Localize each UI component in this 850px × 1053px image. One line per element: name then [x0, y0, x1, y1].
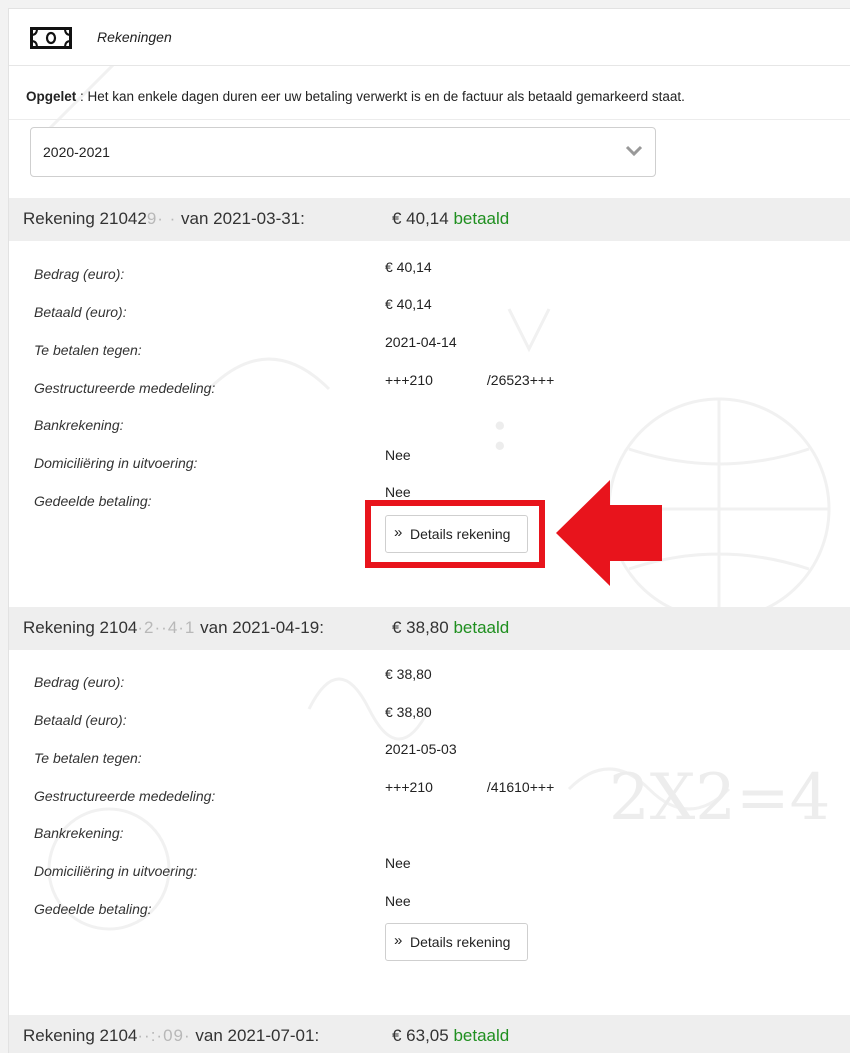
- divider: [9, 119, 850, 120]
- invoice-title: Rekening 2104·2··4·1 van 2021-04-19:: [23, 618, 324, 638]
- domiciliation-label: Domiciliëring in uitvoering:: [34, 863, 198, 879]
- status-badge: betaald: [453, 209, 510, 228]
- structured-label: Gestructureerde mededeling:: [34, 380, 216, 396]
- invoice-number: Rekening 21042: [23, 209, 147, 228]
- invoice-number-redacted: ·2··4·1: [137, 618, 196, 637]
- paid-label: Betaald (euro):: [34, 304, 127, 320]
- bank-label: Bankrekening:: [34, 417, 124, 433]
- due-label: Te betalen tegen:: [34, 750, 142, 766]
- paid-value: € 38,80: [385, 704, 432, 720]
- page-title: Rekeningen: [97, 29, 172, 45]
- invoice-header: Rekening 2104·2··4·1 van 2021-04-19: € 3…: [9, 607, 850, 650]
- svg-text::: :: [489, 391, 511, 465]
- split-value: Nee: [385, 893, 411, 909]
- structured-value: +++210/41610+++: [385, 779, 554, 795]
- structured-end: /41610+++: [486, 779, 555, 795]
- structured-start: +++210: [385, 372, 433, 388]
- domiciliation-label: Domiciliëring in uitvoering:: [34, 455, 198, 471]
- invoice-total-amount: € 38,80: [392, 618, 449, 637]
- notice-text: : Het kan enkele dagen duren eer uw beta…: [76, 89, 685, 104]
- money-icon: [30, 27, 72, 49]
- due-value: 2021-05-03: [385, 741, 457, 757]
- structured-label: Gestructureerde mededeling:: [34, 788, 216, 804]
- invoice-total: € 38,80 betaald: [392, 618, 509, 638]
- split-value: Nee: [385, 484, 411, 500]
- invoice-header: Rekening 2104··:·09· van 2021-07-01: € 6…: [9, 1015, 850, 1053]
- invoice-title: Rekening 2104··:·09· van 2021-07-01:: [23, 1026, 319, 1046]
- invoice-date: van 2021-04-19:: [195, 618, 324, 637]
- domiciliation-value: Nee: [385, 447, 411, 463]
- year-select[interactable]: 2020-2021: [30, 127, 656, 177]
- invoice-total-amount: € 40,14: [392, 209, 449, 228]
- split-label: Gedeelde betaling:: [34, 901, 152, 917]
- details-button[interactable]: » Details rekening: [385, 923, 528, 961]
- invoice-total: € 40,14 betaald: [392, 209, 509, 229]
- amount-value: € 40,14: [385, 259, 432, 275]
- due-value: 2021-04-14: [385, 334, 457, 350]
- svg-text:2X2=4: 2X2=4: [609, 761, 830, 835]
- invoice-header: Rekening 210429· · van 2021-03-31: € 40,…: [9, 198, 850, 241]
- structured-end: /26523+++: [486, 372, 555, 388]
- paid-value: € 40,14: [385, 296, 432, 312]
- highlight-box: [365, 500, 545, 568]
- invoice-total-amount: € 63,05: [392, 1026, 449, 1045]
- bank-label: Bankrekening:: [34, 825, 124, 841]
- paid-label: Betaald (euro):: [34, 712, 127, 728]
- notice-bold: Opgelet: [26, 89, 77, 104]
- invoices-panel: 2X2=4 : Rekeningen Opgelet : Het kan enk…: [8, 8, 850, 1053]
- double-chevron-right-icon: »: [394, 932, 403, 949]
- status-badge: betaald: [453, 1026, 510, 1045]
- due-label: Te betalen tegen:: [34, 342, 142, 358]
- invoice-number-redacted: 9· ·: [146, 209, 177, 228]
- split-label: Gedeelde betaling:: [34, 493, 152, 509]
- invoice-total: € 63,05 betaald: [392, 1026, 509, 1046]
- invoice-number: Rekening 2104: [23, 618, 138, 637]
- structured-start: +++210: [385, 779, 433, 795]
- invoice-title: Rekening 210429· · van 2021-03-31:: [23, 209, 305, 229]
- invoice-number: Rekening 2104: [23, 1026, 138, 1045]
- payment-notice: Opgelet : Het kan enkele dagen duren eer…: [26, 89, 685, 104]
- page-header: Rekeningen: [9, 9, 850, 66]
- year-select-value: 2020-2021: [43, 144, 110, 160]
- chevron-down-icon: [625, 145, 643, 157]
- structured-value: +++210/26523+++: [385, 372, 554, 388]
- amount-label: Bedrag (euro):: [34, 674, 125, 690]
- invoice-date: van 2021-03-31:: [176, 209, 305, 228]
- invoice-number-redacted: ··:·09·: [137, 1026, 191, 1045]
- domiciliation-value: Nee: [385, 855, 411, 871]
- left-arrow-icon: [556, 480, 662, 586]
- status-badge: betaald: [453, 618, 510, 637]
- details-button-label: Details rekening: [410, 934, 511, 950]
- amount-label: Bedrag (euro):: [34, 266, 125, 282]
- amount-value: € 38,80: [385, 666, 432, 682]
- invoice-date: van 2021-07-01:: [190, 1026, 320, 1045]
